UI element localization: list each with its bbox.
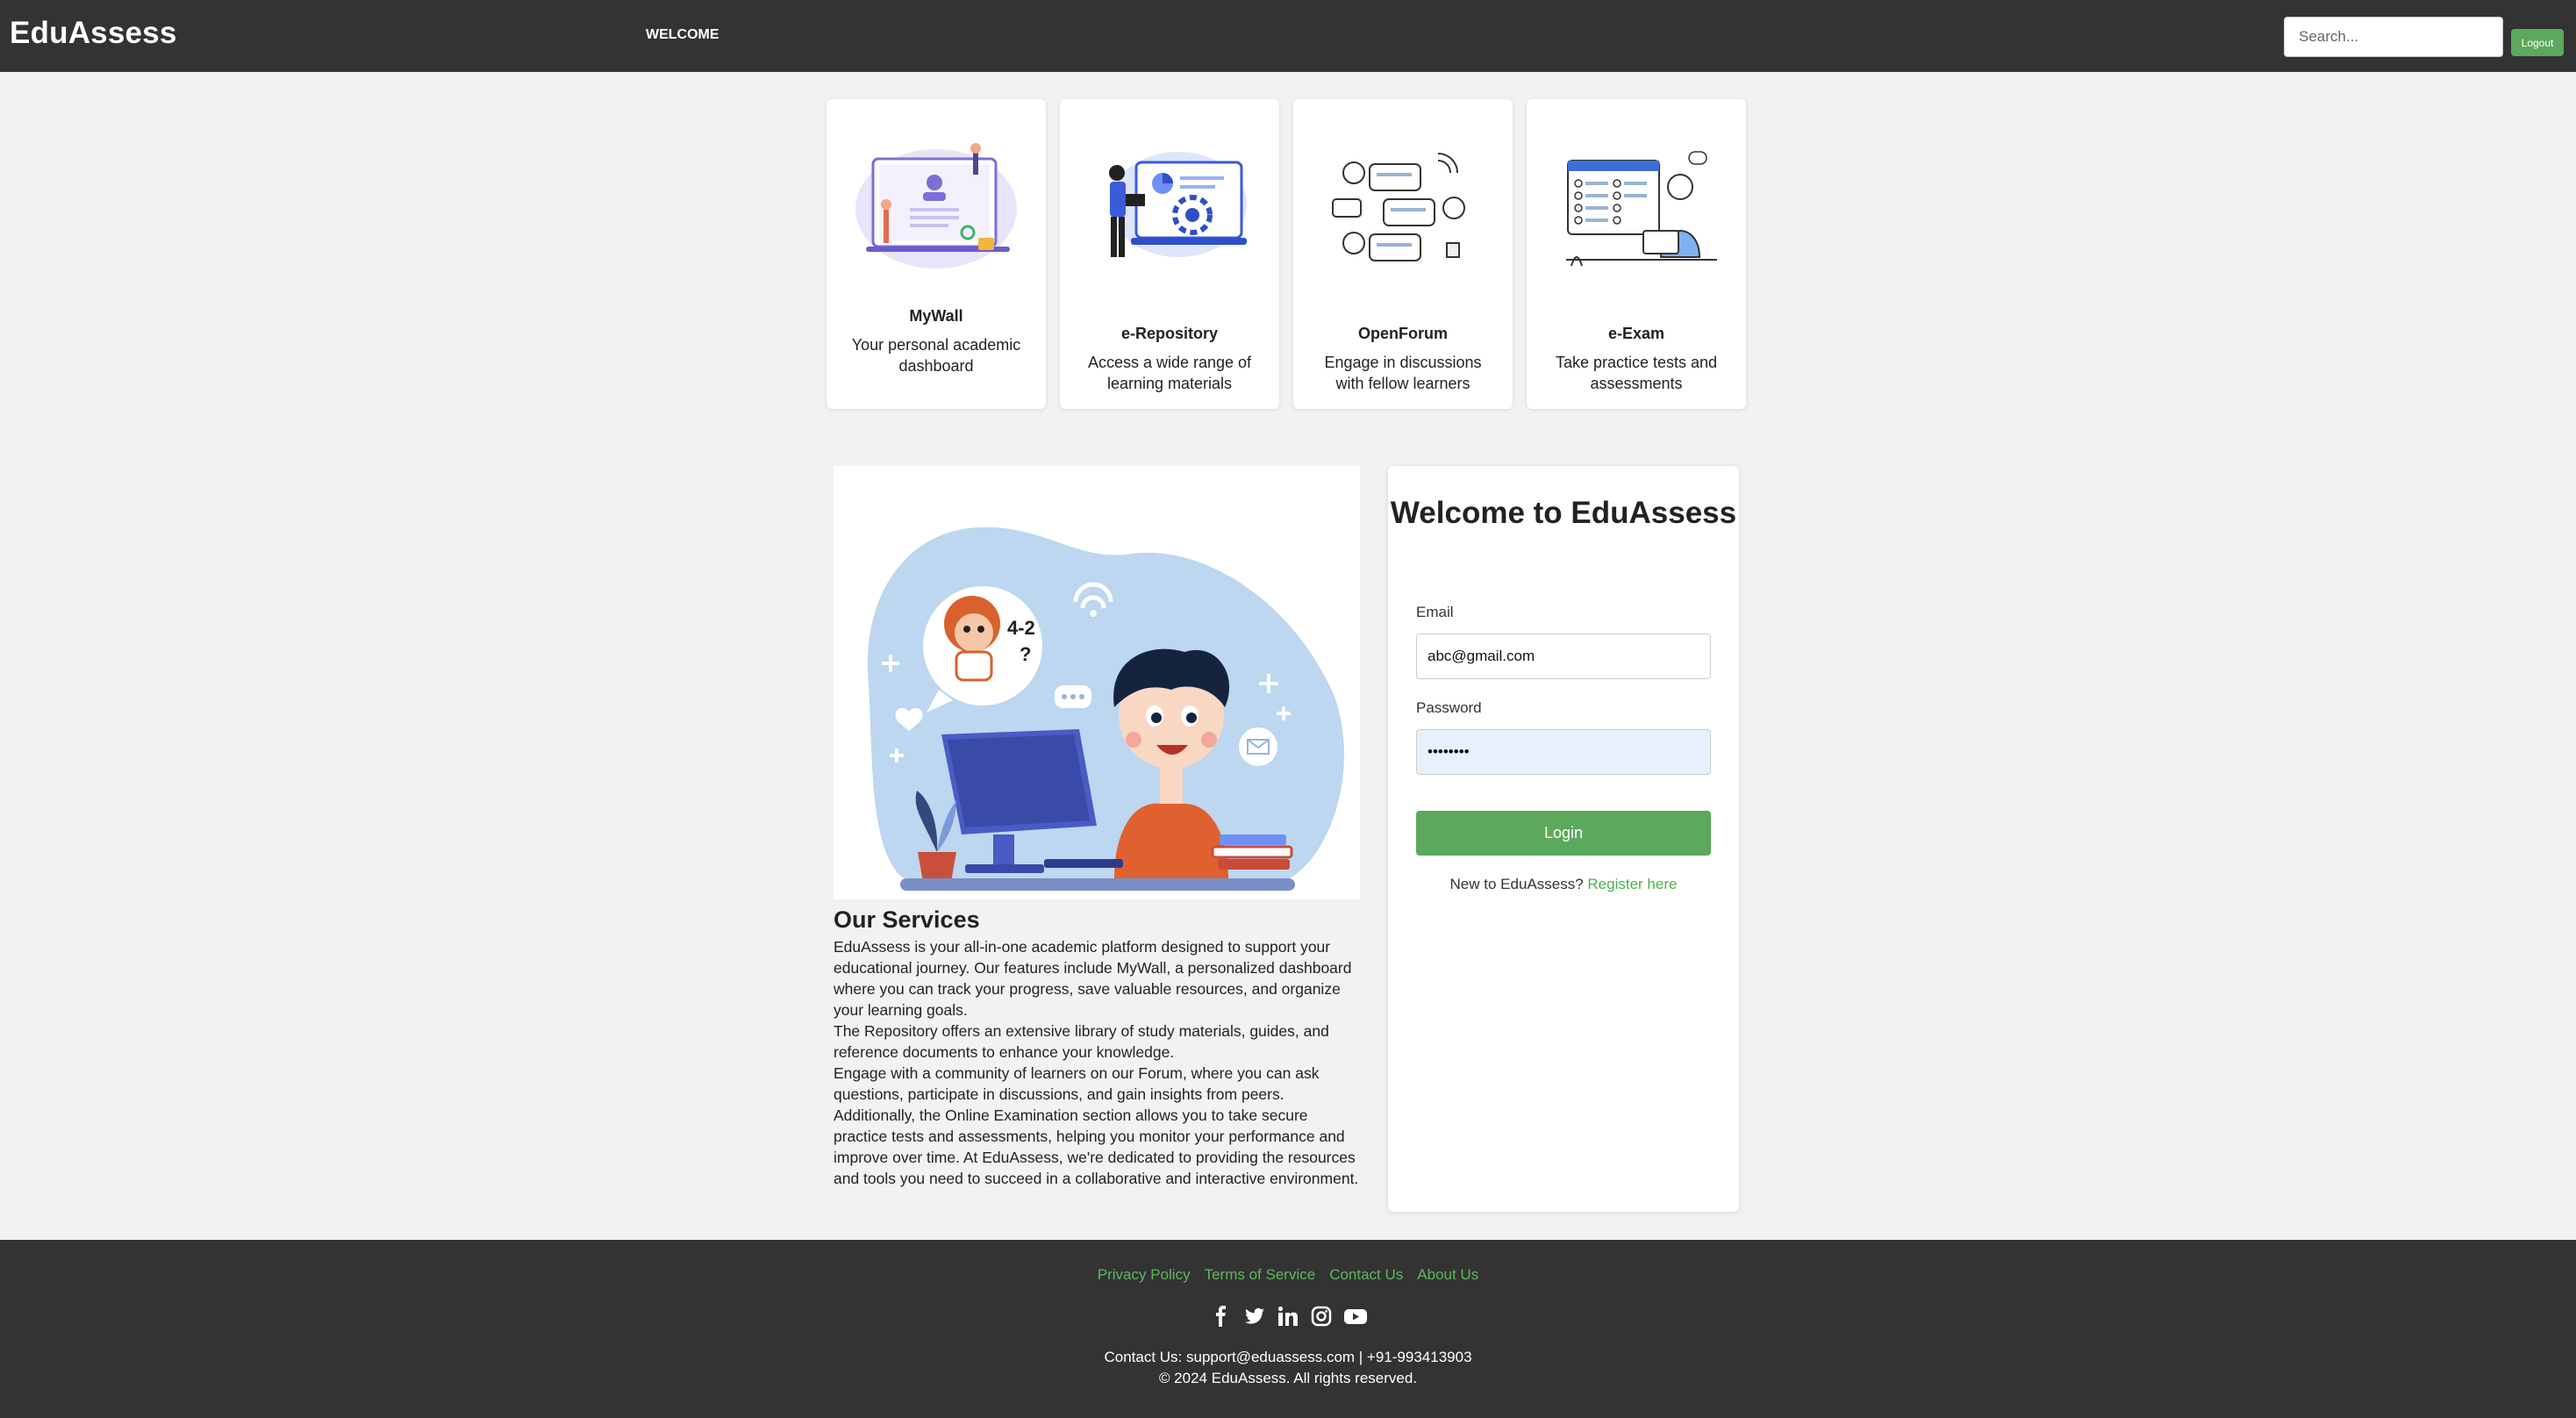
feature-title: e-Repository <box>1120 325 1219 342</box>
feature-card-openforum[interactable]: OpenForum Engage in discussions with fel… <box>1293 99 1513 409</box>
twitter-icon[interactable] <box>1244 1306 1265 1327</box>
password-field[interactable] <box>1416 729 1711 775</box>
feature-card-mywall[interactable]: MyWall Your personal academic dashboard <box>826 99 1046 409</box>
svg-text:4-2: 4-2 <box>1007 617 1035 639</box>
terms-of-service-link[interactable]: Terms of Service <box>1205 1266 1316 1284</box>
footer-contact: Contact Us: support@eduassess.com | +91-… <box>1104 1349 1472 1365</box>
feature-card-eexam[interactable]: e-Exam Take practice tests and assessmen… <box>1527 99 1746 409</box>
services-paragraph: EduAssess is your all-in-one academic pl… <box>834 938 1359 1187</box>
footer-copyright: © 2024 EduAssess. All rights reserved. <box>1158 1370 1418 1386</box>
feature-desc: Engage in discussions with fellow learne… <box>1324 354 1482 392</box>
dashboard-illustration-icon <box>855 143 1017 269</box>
svg-text:?: ? <box>1020 643 1031 665</box>
social-icons <box>0 1306 2576 1327</box>
login-title: Welcome to EduAssess <box>1390 496 1737 530</box>
youtube-icon[interactable] <box>1344 1306 1367 1327</box>
exam-illustration-icon <box>1566 151 1717 267</box>
email-label: Email <box>1416 604 1454 620</box>
services-description: EduAssess is your all-in-one academic pl… <box>834 936 1360 1189</box>
feature-title: OpenForum <box>1358 325 1448 342</box>
feature-title: e-Exam <box>1607 325 1665 342</box>
email-field[interactable] <box>1416 634 1711 679</box>
instagram-icon[interactable] <box>1311 1306 1332 1327</box>
student-computer-illustration-icon: 4-2 ? <box>867 526 1344 891</box>
repository-illustration-icon <box>1109 152 1247 257</box>
linkedin-icon[interactable] <box>1277 1306 1299 1327</box>
brand-logo[interactable]: EduAssess <box>10 16 177 51</box>
services-heading: Our Services <box>834 906 980 933</box>
login-form: Welcome to EduAssess Email Password Logi… <box>1388 466 1739 1212</box>
nav-welcome-link[interactable]: WELCOME <box>646 27 719 43</box>
top-navbar: EduAssess WELCOME Logout <box>0 0 2576 72</box>
register-prompt: New to EduAssess? Register here <box>1388 876 1739 893</box>
search-input[interactable] <box>2284 17 2503 57</box>
register-link[interactable]: Register here <box>1587 876 1677 892</box>
forum-illustration-icon <box>1332 153 1465 261</box>
footer-links: Privacy Policy Terms of Service Contact … <box>0 1266 2576 1284</box>
facebook-icon[interactable] <box>1211 1306 1232 1327</box>
feature-desc: Your personal academic dashboard <box>851 336 1021 375</box>
about-us-link[interactable]: About Us <box>1417 1266 1478 1284</box>
contact-us-link[interactable]: Contact Us <box>1329 1266 1403 1284</box>
privacy-policy-link[interactable]: Privacy Policy <box>1098 1266 1191 1284</box>
feature-desc: Access a wide range of learning material… <box>1087 354 1252 392</box>
page-footer: Privacy Policy Terms of Service Contact … <box>0 1240 2576 1418</box>
hero-illustration: 4-2 ? <box>834 466 1360 899</box>
feature-desc: Take practice tests and assessments <box>1555 354 1718 392</box>
feature-card-erepository[interactable]: e-Repository Access a wide range of lear… <box>1060 99 1279 409</box>
feature-title: MyWall <box>909 307 963 325</box>
register-prompt-text: New to EduAssess? <box>1449 876 1584 892</box>
logout-button[interactable]: Logout <box>2511 29 2564 56</box>
password-label: Password <box>1416 699 1482 716</box>
login-button[interactable]: Login <box>1416 811 1711 856</box>
